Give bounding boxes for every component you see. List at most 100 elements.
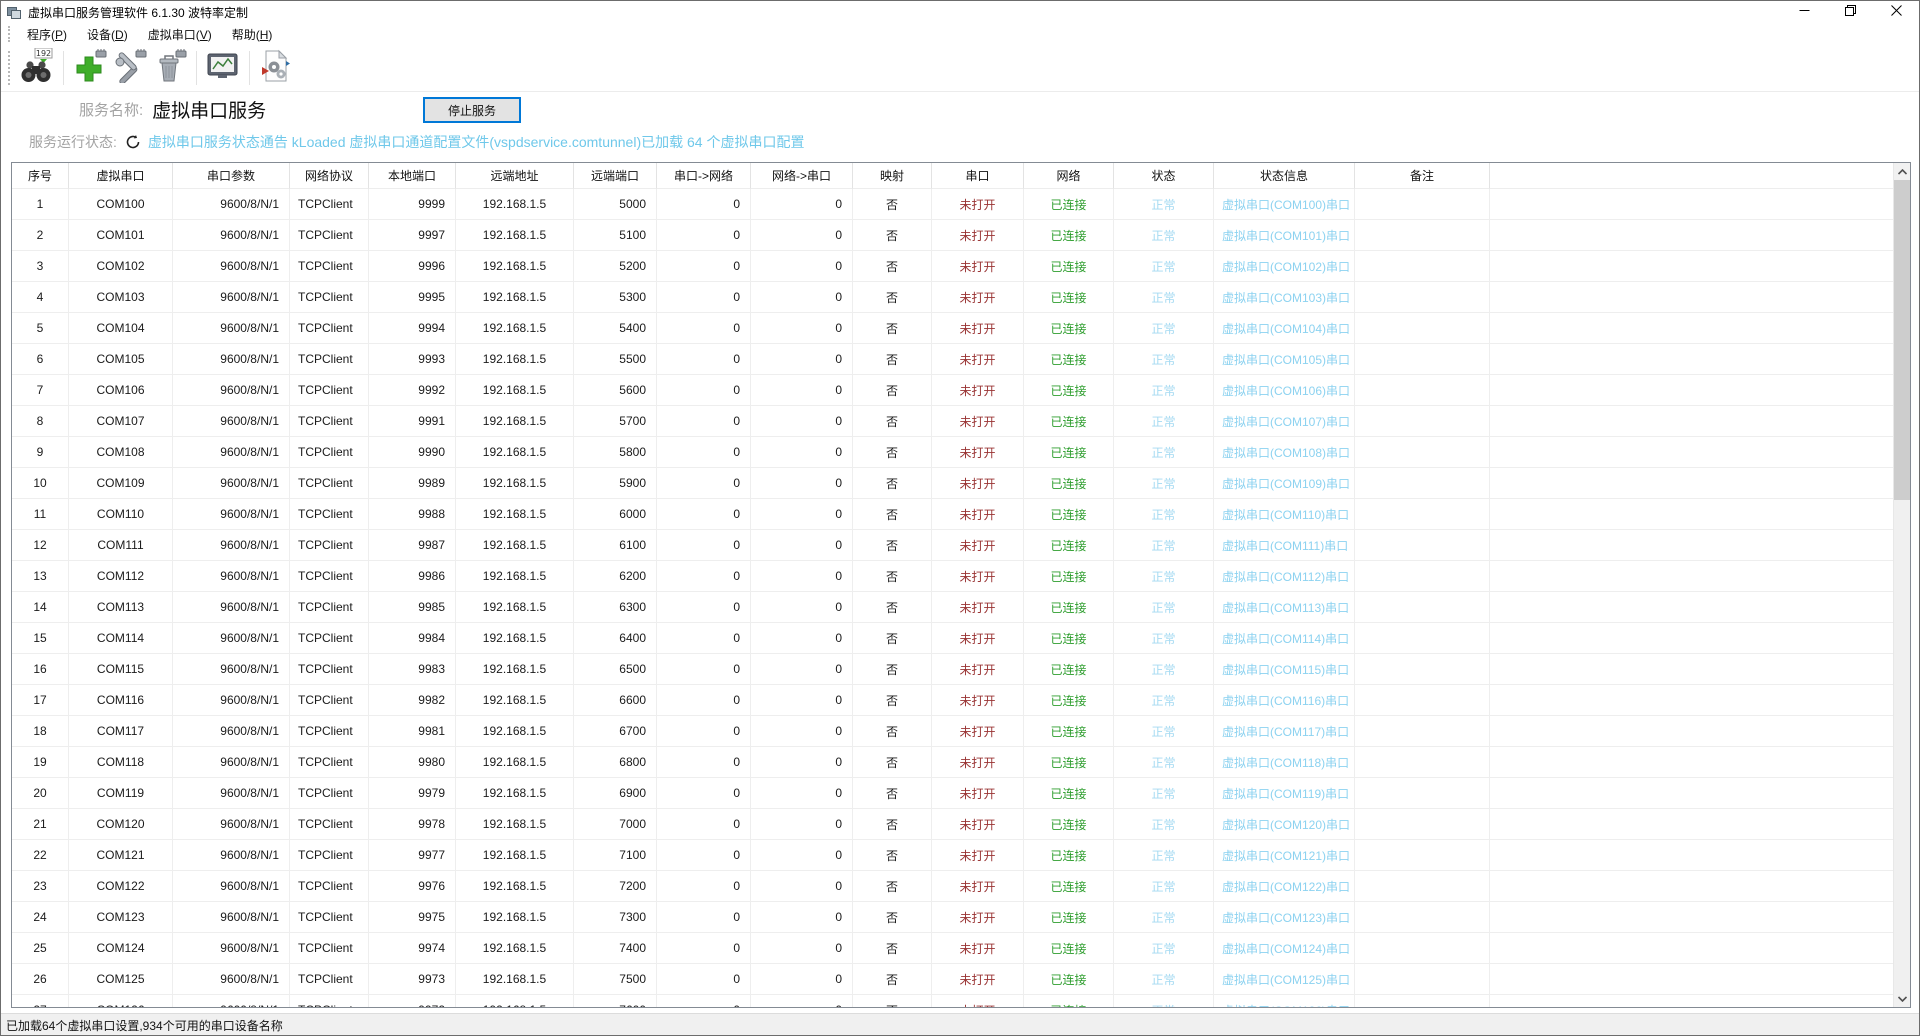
column-header-remote-port[interactable]: 远端端口 (574, 163, 657, 189)
scrollbar-thumb[interactable] (1894, 180, 1911, 500)
scroll-down-button[interactable] (1894, 990, 1911, 1007)
cell-status-info: 虚拟串口(COM116)串口 (1214, 685, 1355, 716)
cell-net-to-serial: 0 (751, 623, 853, 654)
column-header-protocol[interactable]: 网络协议 (290, 163, 369, 189)
menu-item-0[interactable]: 程序(P) (17, 23, 77, 46)
table-row-7[interactable]: 7COM1069600/8/N/1TCPClient9992192.168.1.… (12, 375, 1893, 406)
table-row-17[interactable]: 17COM1169600/8/N/1TCPClient9982192.168.1… (12, 685, 1893, 716)
table-row-25[interactable]: 25COM1249600/8/N/1TCPClient9974192.168.1… (12, 933, 1893, 964)
cell-net-state: 已连接 (1024, 499, 1114, 530)
cell-port: COM100 (69, 189, 173, 220)
table-row-5[interactable]: 5COM1049600/8/N/1TCPClient9994192.168.1.… (12, 313, 1893, 344)
cell-remote-addr: 192.168.1.5 (456, 933, 574, 964)
cell-net-to-serial: 0 (751, 406, 853, 437)
cell-seq: 26 (12, 964, 69, 995)
column-header-net-state[interactable]: 网络 (1024, 163, 1114, 189)
cell-net-state: 已连接 (1024, 809, 1114, 840)
restore-button[interactable] (1827, 1, 1873, 23)
cell-net-to-serial: 0 (751, 902, 853, 933)
table-row-10[interactable]: 10COM1099600/8/N/1TCPClient9989192.168.1… (12, 468, 1893, 499)
column-header-seq[interactable]: 序号 (12, 163, 69, 189)
table-row-19[interactable]: 19COM1189600/8/N/1TCPClient9980192.168.1… (12, 747, 1893, 778)
column-header-status-info[interactable]: 状态信息 (1214, 163, 1355, 189)
column-header-remote-addr[interactable]: 远端地址 (456, 163, 574, 189)
cell-remark (1355, 344, 1490, 375)
cell-net-state: 已连接 (1024, 902, 1114, 933)
toolbar-button-search-device[interactable]: 192 (18, 49, 56, 87)
column-header-port[interactable]: 虚拟串口 (69, 163, 173, 189)
close-button[interactable] (1873, 1, 1919, 23)
table-row-4[interactable]: 4COM1039600/8/N/1TCPClient9995192.168.1.… (12, 282, 1893, 313)
cell-port: COM125 (69, 964, 173, 995)
table-row-3[interactable]: 3COM1029600/8/N/1TCPClient9996192.168.1.… (12, 251, 1893, 282)
table-row-13[interactable]: 13COM1129600/8/N/1TCPClient9986192.168.1… (12, 561, 1893, 592)
column-header-local-port[interactable]: 本地端口 (369, 163, 456, 189)
cell-seq: 24 (12, 902, 69, 933)
table-row-18[interactable]: 18COM1179600/8/N/1TCPClient9981192.168.1… (12, 716, 1893, 747)
cell-run-state: 正常 (1114, 251, 1214, 282)
table-row-15[interactable]: 15COM1149600/8/N/1TCPClient9984192.168.1… (12, 623, 1893, 654)
cell-mapped: 否 (853, 344, 932, 375)
table-row-26[interactable]: 26COM1259600/8/N/1TCPClient9973192.168.1… (12, 964, 1893, 995)
table-row-12[interactable]: 12COM1119600/8/N/1TCPClient9987192.168.1… (12, 530, 1893, 561)
stop-service-button[interactable]: 停止服务 (423, 97, 521, 123)
cell-remote-port: 7200 (574, 871, 657, 902)
cell-seq: 13 (12, 561, 69, 592)
column-header-remark[interactable]: 备注 (1355, 163, 1490, 189)
cell-params: 9600/8/N/1 (173, 282, 290, 313)
cell-remark (1355, 902, 1490, 933)
column-header-filler[interactable] (1490, 163, 1893, 189)
cell-local-port: 9973 (369, 964, 456, 995)
menu-item-3[interactable]: 帮助(H) (222, 23, 283, 46)
table-row-11[interactable]: 11COM1109600/8/N/1TCPClient9988192.168.1… (12, 499, 1893, 530)
menu-item-2[interactable]: 虚拟串口(V) (138, 23, 222, 46)
toolbar-button-export-config[interactable] (257, 49, 295, 87)
table-row-8[interactable]: 8COM1079600/8/N/1TCPClient9991192.168.1.… (12, 406, 1893, 437)
cell-run-state: 正常 (1114, 809, 1214, 840)
toolbar-button-monitor[interactable] (204, 49, 242, 87)
cell-filler (1490, 282, 1893, 313)
table-row-14[interactable]: 14COM1139600/8/N/1TCPClient9985192.168.1… (12, 592, 1893, 623)
cell-mapped: 否 (853, 654, 932, 685)
table-row-24[interactable]: 24COM1239600/8/N/1TCPClient9975192.168.1… (12, 902, 1893, 933)
column-header-mapped[interactable]: 映射 (853, 163, 932, 189)
cell-run-state: 正常 (1114, 530, 1214, 561)
toolbar: 192 (1, 45, 1919, 92)
cell-seq: 4 (12, 282, 69, 313)
cell-mapped: 否 (853, 189, 932, 220)
cell-remote-addr: 192.168.1.5 (456, 592, 574, 623)
column-header-params[interactable]: 串口参数 (173, 163, 290, 189)
table-row-20[interactable]: 20COM1199600/8/N/1TCPClient9979192.168.1… (12, 778, 1893, 809)
cell-run-state: 正常 (1114, 189, 1214, 220)
toolbar-button-configure-port[interactable] (111, 49, 149, 87)
cell-remark (1355, 840, 1490, 871)
table-row-22[interactable]: 22COM1219600/8/N/1TCPClient9977192.168.1… (12, 840, 1893, 871)
minimize-button[interactable] (1781, 1, 1827, 23)
cell-net-to-serial: 0 (751, 840, 853, 871)
scroll-up-button[interactable] (1894, 163, 1911, 180)
table-row-27[interactable]: 27COM1269600/8/N/1TCPClient9972192.168.1… (12, 995, 1893, 1007)
toolbar-gripper[interactable] (8, 51, 13, 85)
toolbar-button-delete-port[interactable] (151, 49, 189, 87)
vertical-scrollbar[interactable] (1893, 163, 1910, 1007)
column-header-run-state[interactable]: 状态 (1114, 163, 1214, 189)
table-row-9[interactable]: 9COM1089600/8/N/1TCPClient9990192.168.1.… (12, 437, 1893, 468)
menu-item-1[interactable]: 设备(D) (77, 23, 138, 46)
column-header-serial-to-net[interactable]: 串口->网络 (657, 163, 751, 189)
cell-remote-port: 5700 (574, 406, 657, 437)
cell-remote-port: 6400 (574, 623, 657, 654)
table-row-6[interactable]: 6COM1059600/8/N/1TCPClient9993192.168.1.… (12, 344, 1893, 375)
table-row-23[interactable]: 23COM1229600/8/N/1TCPClient9976192.168.1… (12, 871, 1893, 902)
column-header-serial-state[interactable]: 串口 (932, 163, 1024, 189)
column-header-net-to-serial[interactable]: 网络->串口 (751, 163, 853, 189)
menu-gripper[interactable] (8, 26, 13, 42)
table-row-16[interactable]: 16COM1159600/8/N/1TCPClient9983192.168.1… (12, 654, 1893, 685)
toolbar-button-add-port[interactable] (71, 49, 109, 87)
cell-local-port: 9978 (369, 809, 456, 840)
cell-net-state: 已连接 (1024, 561, 1114, 592)
cell-local-port: 9994 (369, 313, 456, 344)
table-row-21[interactable]: 21COM1209600/8/N/1TCPClient9978192.168.1… (12, 809, 1893, 840)
table-row-1[interactable]: 1COM1009600/8/N/1TCPClient9999192.168.1.… (12, 189, 1893, 220)
cell-serial-state: 未打开 (932, 778, 1024, 809)
table-row-2[interactable]: 2COM1019600/8/N/1TCPClient9997192.168.1.… (12, 220, 1893, 251)
